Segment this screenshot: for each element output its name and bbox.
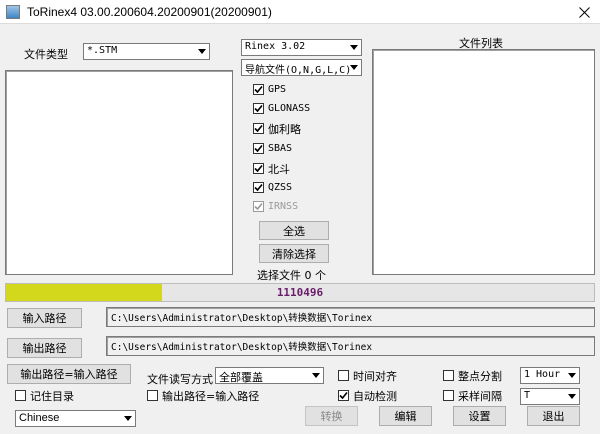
remember-dir-checkbox[interactable] xyxy=(15,390,26,401)
qzss-label: QZSS xyxy=(268,182,293,193)
checkmark-icon xyxy=(254,202,263,211)
chevron-down-icon[interactable] xyxy=(347,61,360,74)
file-type-label: 文件类型 xyxy=(24,48,68,61)
sample-interval-value: T xyxy=(524,390,531,401)
chevron-down-icon[interactable] xyxy=(309,369,322,382)
galileo-label: 伽利略 xyxy=(268,123,301,136)
rinex-version-value: Rinex 3.02 xyxy=(245,41,306,52)
nav-file-value: 导航文件(O,N,G,L,C) xyxy=(245,65,352,76)
clear-selection-button[interactable]: 清除选择 xyxy=(259,244,329,263)
convert-button[interactable]: 转换 xyxy=(305,406,358,426)
checkmark-icon xyxy=(254,124,263,133)
language-value: Chinese xyxy=(19,412,60,424)
progress-text: 1110496 xyxy=(276,286,324,299)
auto-detect-checkbox[interactable] xyxy=(338,390,349,401)
input-path-field[interactable]: C:\Users\Administrator\Desktop\转换数据\Tori… xyxy=(106,307,595,327)
chevron-down-icon[interactable] xyxy=(347,41,360,54)
gps-label: GPS xyxy=(268,84,287,95)
beidou-label: 北斗 xyxy=(268,163,290,176)
edit-button[interactable]: 编辑 xyxy=(379,406,432,426)
file-type-combo[interactable]: *.STM xyxy=(83,43,210,60)
input-path-button[interactable]: 输入路径 xyxy=(7,308,82,328)
remember-dir-label: 记住目录 xyxy=(30,390,74,403)
checkmark-icon xyxy=(254,85,263,94)
checkmark-icon xyxy=(254,164,263,173)
nav-file-combo[interactable]: 导航文件(O,N,G,L,C) xyxy=(241,59,362,76)
app-icon xyxy=(6,5,20,19)
settings-button[interactable]: 设置 xyxy=(453,406,506,426)
source-file-list[interactable] xyxy=(5,70,233,275)
sample-interval-combo[interactable]: T xyxy=(520,388,580,405)
rinex-version-combo[interactable]: Rinex 3.02 xyxy=(241,39,362,56)
window-title: ToRinex4 03.00.200604.20200901(20200901) xyxy=(27,5,272,19)
auto-detect-label: 自动检测 xyxy=(353,390,397,403)
chevron-down-icon[interactable] xyxy=(565,369,578,382)
checkmark-icon xyxy=(254,144,263,153)
chevron-down-icon[interactable] xyxy=(195,45,208,58)
write-mode-value: 全部覆盖 xyxy=(219,371,263,384)
time-align-label: 时间对齐 xyxy=(353,370,397,383)
sbas-label: SBAS xyxy=(268,143,293,154)
progress-bar: 1110496 xyxy=(5,283,595,302)
split-interval-value: 1 Hour xyxy=(524,369,561,380)
exit-button[interactable]: 退出 xyxy=(527,406,580,426)
output-path-button[interactable]: 输出路径 xyxy=(7,338,82,358)
beidou-checkbox[interactable] xyxy=(253,163,264,174)
split-interval-combo[interactable]: 1 Hour xyxy=(520,367,580,384)
glonass-checkbox[interactable] xyxy=(253,103,264,114)
gps-checkbox[interactable] xyxy=(253,84,264,95)
select-all-button[interactable]: 全选 xyxy=(259,221,329,240)
file-type-value: *.STM xyxy=(87,45,118,56)
close-button[interactable] xyxy=(572,1,596,23)
out-eq-in-checkbox[interactable] xyxy=(147,390,158,401)
hour-split-label: 整点分割 xyxy=(458,370,502,383)
glonass-label: GLONASS xyxy=(268,103,311,114)
write-mode-combo[interactable]: 全部覆盖 xyxy=(215,367,324,384)
time-align-checkbox[interactable] xyxy=(338,370,349,381)
checkmark-icon xyxy=(254,183,263,192)
output-path-field[interactable]: C:\Users\Administrator\Desktop\转换数据\Tori… xyxy=(106,336,595,356)
irnss-label: IRNSS xyxy=(268,201,299,212)
write-mode-label: 文件读写方式 xyxy=(147,373,213,386)
hour-split-checkbox[interactable] xyxy=(443,370,454,381)
language-combo[interactable]: Chinese xyxy=(15,410,136,427)
qzss-checkbox[interactable] xyxy=(253,182,264,193)
checkmark-icon xyxy=(254,104,263,113)
chevron-down-icon[interactable] xyxy=(565,390,578,403)
sample-interval-label: 采样间隔 xyxy=(458,390,502,403)
checkmark-icon xyxy=(339,391,348,400)
title-bar: ToRinex4 03.00.200604.20200901(20200901) xyxy=(0,0,600,24)
galileo-checkbox[interactable] xyxy=(253,123,264,134)
sbas-checkbox[interactable] xyxy=(253,143,264,154)
irnss-checkbox[interactable] xyxy=(253,201,264,212)
selected-file-count: 选择文件 0 个 xyxy=(257,269,326,282)
close-icon xyxy=(578,6,590,18)
chevron-down-icon[interactable] xyxy=(121,412,134,425)
out-eq-in-checkbox-label: 输出路径=输入路径 xyxy=(162,390,260,403)
out-eq-in-button[interactable]: 输出路径=输入路径 xyxy=(7,364,131,384)
sample-interval-checkbox[interactable] xyxy=(443,390,454,401)
file-list[interactable] xyxy=(372,49,595,275)
